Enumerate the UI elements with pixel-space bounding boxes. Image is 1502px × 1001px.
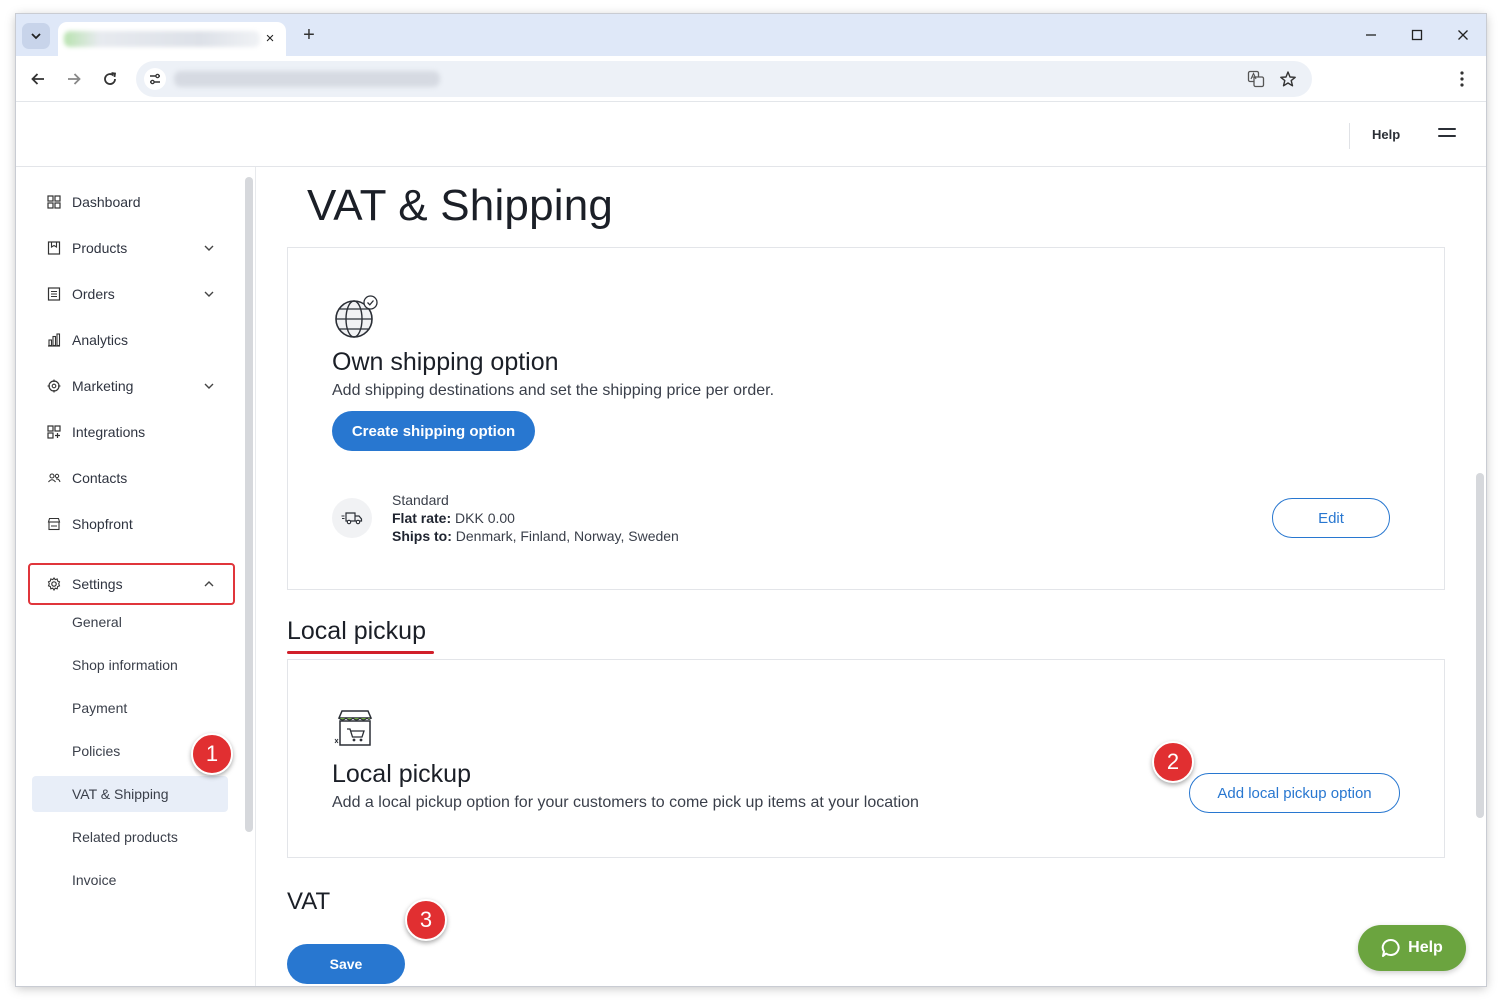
browser-window: × + Help Dashboard Products Orders Analy… <box>16 14 1486 986</box>
chat-bubble-icon <box>1381 938 1400 957</box>
integrations-icon <box>46 424 62 440</box>
sidebar: Dashboard Products Orders Analytics Mark… <box>16 167 256 986</box>
sidebar-item-shopfront[interactable]: Shopfront <box>32 504 228 544</box>
url-text-redacted <box>174 71 440 87</box>
maximize-icon[interactable] <box>1406 24 1428 46</box>
shopfront-icon <box>46 516 62 532</box>
flat-rate-value: DKK 0.00 <box>455 510 515 526</box>
url-field[interactable] <box>136 61 1312 97</box>
sidebar-subitem-related-products[interactable]: Related products <box>32 819 228 855</box>
edit-shipping-button[interactable]: Edit <box>1272 498 1390 538</box>
close-window-icon[interactable] <box>1452 24 1474 46</box>
sidebar-item-integrations[interactable]: Integrations <box>32 412 228 452</box>
close-tab-icon[interactable]: × <box>262 30 278 47</box>
help-chat-button[interactable]: Help <box>1358 925 1466 971</box>
sidebar-item-orders[interactable]: Orders <box>32 274 228 314</box>
sidebar-item-label: Contacts <box>72 470 128 486</box>
sidebar-subitem-invoice[interactable]: Invoice <box>32 862 228 898</box>
dashboard-icon <box>46 194 62 210</box>
own-shipping-title: Own shipping option <box>332 348 559 376</box>
step-badge-2: 2 <box>1152 741 1194 783</box>
local-pickup-description: Add a local pickup option for your custo… <box>332 794 919 811</box>
page-title: VAT & Shipping <box>307 181 614 230</box>
create-shipping-option-button[interactable]: Create shipping option <box>332 411 535 451</box>
tab-title-redacted <box>64 31 260 47</box>
step-badge-1: 1 <box>191 733 233 775</box>
sidebar-item-label: Analytics <box>72 332 129 348</box>
forward-icon[interactable] <box>62 67 86 91</box>
local-pickup-card: Local pickup Add a local pickup option f… <box>287 659 1445 858</box>
orders-icon <box>46 286 62 302</box>
main-scrollbar[interactable] <box>1476 473 1484 818</box>
back-icon[interactable] <box>26 67 50 91</box>
sidebar-item-contacts[interactable]: Contacts <box>32 458 228 498</box>
sidebar-subitem-shop-information[interactable]: Shop information <box>32 647 228 683</box>
ships-to-label: Ships to: <box>392 528 452 544</box>
header-divider <box>1349 123 1350 149</box>
ships-to-row: Ships to: Denmark, Finland, Norway, Swed… <box>392 527 679 545</box>
sidebar-item-marketing[interactable]: Marketing <box>32 366 228 406</box>
own-shipping-description: Add shipping destinations and set the sh… <box>332 382 775 399</box>
translate-icon[interactable] <box>1245 68 1267 90</box>
sidebar-scrollbar[interactable] <box>245 177 253 832</box>
ships-to-value: Denmark, Finland, Norway, Sweden <box>455 528 679 544</box>
chevron-down-icon <box>204 383 214 389</box>
sidebar-subitem-vat-shipping[interactable]: VAT & Shipping <box>32 776 228 812</box>
vat-heading: VAT <box>287 888 331 915</box>
local-pickup-title: Local pickup <box>332 760 471 788</box>
add-local-pickup-option-button[interactable]: Add local pickup option <box>1189 773 1400 813</box>
sidebar-item-dashboard[interactable]: Dashboard <box>32 182 228 222</box>
chevron-down-icon <box>204 245 214 251</box>
sidebar-item-label: Dashboard <box>72 194 141 210</box>
sidebar-item-label: Integrations <box>72 424 146 440</box>
main-content: VAT & Shipping Own shipping option Add s… <box>257 167 1486 986</box>
browser-tab[interactable]: × <box>58 22 286 56</box>
sidebar-subitem-payment[interactable]: Payment <box>32 690 228 726</box>
products-icon <box>46 240 62 256</box>
sidebar-subitem-general[interactable]: General <box>32 604 228 640</box>
shop-cart-icon <box>334 710 373 746</box>
save-button[interactable]: Save <box>287 944 405 984</box>
browser-menu-icon[interactable] <box>1450 67 1474 91</box>
chevron-down-icon <box>31 33 41 40</box>
shipping-option-name: Standard <box>392 492 449 508</box>
own-shipping-card: Own shipping option Add shipping destina… <box>287 247 1445 590</box>
analytics-icon <box>46 332 62 348</box>
shipping-truck-icon <box>332 498 372 538</box>
header-help-link[interactable]: Help <box>1372 127 1400 142</box>
reload-icon[interactable] <box>98 67 122 91</box>
sidebar-item-label: Products <box>72 240 128 256</box>
sidebar-item-label: Marketing <box>72 378 134 394</box>
help-chat-label: Help <box>1408 939 1443 956</box>
site-info-icon[interactable] <box>144 68 166 90</box>
sidebar-item-products[interactable]: Products <box>32 228 228 268</box>
local-pickup-heading: Local pickup <box>287 617 426 645</box>
app-header: Help <box>16 102 1486 167</box>
flat-rate-row: Flat rate: DKK 0.00 <box>392 509 679 527</box>
tab-bar: × + <box>16 14 1486 56</box>
flat-rate-label: Flat rate: <box>392 510 452 526</box>
new-tab-button[interactable]: + <box>298 24 320 46</box>
sidebar-item-analytics[interactable]: Analytics <box>32 320 228 360</box>
tab-search-button[interactable] <box>22 23 50 49</box>
hamburger-menu-icon[interactable] <box>1438 128 1456 142</box>
bookmark-star-icon[interactable] <box>1277 68 1299 90</box>
chevron-down-icon <box>204 291 214 297</box>
minimize-icon[interactable] <box>1360 24 1382 46</box>
marketing-icon <box>46 378 62 394</box>
settings-highlight-box <box>28 563 235 605</box>
shipping-option-details: Standard Flat rate: DKK 0.00 Ships to: D… <box>392 491 679 545</box>
local-pickup-underline-annotation <box>287 651 434 654</box>
step-badge-3: 3 <box>405 899 447 941</box>
sidebar-item-label: Orders <box>72 286 115 302</box>
contacts-icon <box>46 470 62 486</box>
address-bar <box>16 56 1486 102</box>
globe-check-icon <box>335 295 378 338</box>
sidebar-item-label: Shopfront <box>72 516 133 532</box>
